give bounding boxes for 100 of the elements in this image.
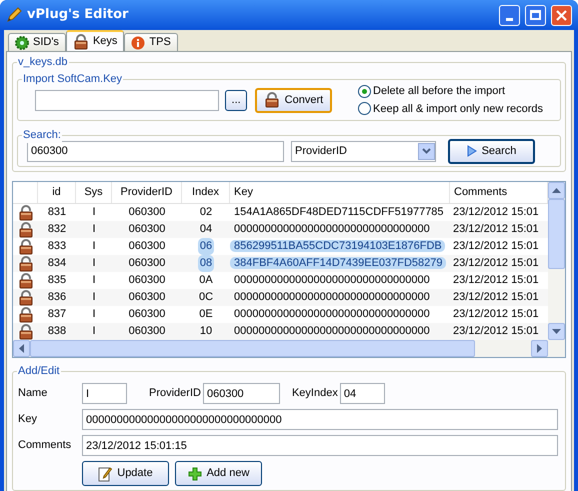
table-cell-text: 23/12/2012 15:01 <box>452 290 540 306</box>
plus-icon <box>188 466 202 480</box>
edit-note-icon <box>98 466 112 482</box>
table-cell-text: 060300 <box>128 290 166 306</box>
maximize-button[interactable] <box>525 4 546 26</box>
column-header[interactable]: id <box>38 182 76 203</box>
tab[interactable]: TPS <box>124 33 178 51</box>
left-arrow-icon <box>17 344 26 353</box>
table-cell-text: 836 <box>46 290 68 306</box>
table-cell-text: 060300 <box>128 222 166 238</box>
table-cell-text: 00000000000000000000000000000000 <box>233 325 431 338</box>
search-button[interactable]: Search <box>448 138 535 164</box>
close-icon <box>556 10 567 20</box>
table-cell-text: 838 <box>46 324 68 340</box>
table-cell-text: 00000000000000000000000000000000 <box>233 308 431 320</box>
provider-id-field[interactable]: 060300 <box>202 383 280 404</box>
field-label: Key <box>18 412 38 428</box>
table-cell-text: 060300 <box>128 273 166 288</box>
padlock-icon <box>18 222 34 238</box>
group-title: Import SoftCam.Key <box>22 71 124 87</box>
table-cell-text: 0E <box>198 307 214 322</box>
minimize-icon <box>506 18 513 20</box>
table-cell: 06 <box>198 238 214 255</box>
table-cell-text: 0C <box>198 290 214 306</box>
padlock-icon <box>18 204 34 220</box>
close-button[interactable] <box>551 4 572 26</box>
scroll-thumb[interactable] <box>30 340 475 357</box>
table-cell-text: 060300 <box>128 256 166 272</box>
table-cell-text: 23/12/2012 15:01 <box>452 256 540 272</box>
table-cell-text: 831 <box>46 205 68 220</box>
scroll-right-button[interactable] <box>531 340 548 357</box>
table-cell-text: I <box>91 273 97 288</box>
padlock-icon <box>18 272 34 288</box>
up-arrow-icon <box>552 186 561 195</box>
table-cell-text: 833 <box>46 239 68 254</box>
group-title: v_keys.db <box>17 54 69 70</box>
tab[interactable]: SID's <box>8 33 66 51</box>
radio-label: Keep all & import only new records <box>373 102 543 116</box>
down-arrow-icon <box>552 327 561 336</box>
key-field[interactable]: 00000000000000000000000000000000 <box>82 409 558 430</box>
maximize-icon <box>530 10 541 20</box>
file-path-field[interactable] <box>35 90 220 110</box>
field-label: ProviderID <box>149 386 201 402</box>
pencil-icon <box>6 7 22 23</box>
table-cell-text: 23/12/2012 15:01 <box>452 222 540 238</box>
column-header[interactable]: Index <box>182 182 230 203</box>
table-cell-text: 060300 <box>128 239 166 254</box>
convert-button[interactable]: Convert <box>254 88 332 112</box>
browse-button[interactable]: ... <box>225 90 247 110</box>
table-cell-text: 23/12/2012 15:01 <box>452 273 540 288</box>
table-cell: 08 <box>198 255 214 272</box>
table-cell: 856299511BA55CDC73194103E1876FDB <box>230 240 445 252</box>
gear-icon <box>15 36 29 50</box>
horizontal-scrollbar[interactable] <box>13 340 565 357</box>
table-cell-text: 23/12/2012 15:01 <box>452 205 540 220</box>
table-cell-text: 834 <box>46 256 68 272</box>
search-column-dropdown[interactable]: ProviderID <box>291 140 436 162</box>
play-icon <box>466 145 477 157</box>
column-header[interactable]: Sys <box>76 182 112 203</box>
update-button[interactable]: Update <box>82 461 169 486</box>
tab[interactable]: Keys <box>66 30 124 51</box>
radio-option[interactable]: Keep all & import only new records <box>358 100 543 117</box>
table-cell-text: 00000000000000000000000000000000 <box>233 274 431 286</box>
table-cell-text: 23/12/2012 15:01 <box>452 239 540 254</box>
table-cell-text: 10 <box>198 324 214 340</box>
table-cell-text: I <box>91 307 97 322</box>
table-cell-text: 060300 <box>128 307 166 322</box>
scroll-down-button[interactable] <box>548 323 565 340</box>
table-cell-text: I <box>91 290 97 306</box>
add-new-button[interactable]: Add new <box>175 461 262 486</box>
name-field[interactable]: I <box>82 383 127 404</box>
table-cell-text: 837 <box>46 307 68 322</box>
window-title: vPlug's Editor <box>27 6 130 24</box>
key-index-field[interactable]: 04 <box>340 383 385 404</box>
radio-option[interactable]: Delete all before the import <box>358 83 543 100</box>
comments-field[interactable]: 23/12/2012 15:01:15 <box>82 435 558 456</box>
scroll-up-button[interactable] <box>548 182 565 199</box>
field-label: Name <box>18 386 48 402</box>
search-field[interactable]: 060300 <box>27 140 284 162</box>
vertical-scrollbar[interactable] <box>548 182 565 340</box>
padlock-icon <box>264 92 280 108</box>
padlock-icon <box>18 324 34 340</box>
column-header[interactable]: ProviderID <box>112 182 182 203</box>
table-cell-text: 835 <box>46 273 68 288</box>
minimize-button[interactable] <box>499 4 520 26</box>
table-cell-text: 154A1A865DF48DED7115CDFF51977785 <box>233 206 445 218</box>
table-cell-text: 060300 <box>128 205 166 220</box>
right-arrow-icon <box>535 344 544 353</box>
column-header[interactable]: Key <box>230 182 450 203</box>
table-cell-text: 23/12/2012 15:01 <box>452 307 540 322</box>
scroll-left-button[interactable] <box>13 340 30 357</box>
field-label: Comments <box>18 438 72 454</box>
table-cell-text: 832 <box>46 222 68 238</box>
table-cell: 384FBF4A60AFF14D7439EE037FD58279 <box>230 257 446 270</box>
table-cell-text: I <box>91 205 97 220</box>
table-cell-text: 04 <box>198 222 214 238</box>
table-cell-text: 00000000000000000000000000000000 <box>233 223 431 236</box>
padlock-icon <box>18 256 34 272</box>
table-cell-text: I <box>91 222 97 238</box>
scroll-thumb[interactable] <box>548 199 565 269</box>
